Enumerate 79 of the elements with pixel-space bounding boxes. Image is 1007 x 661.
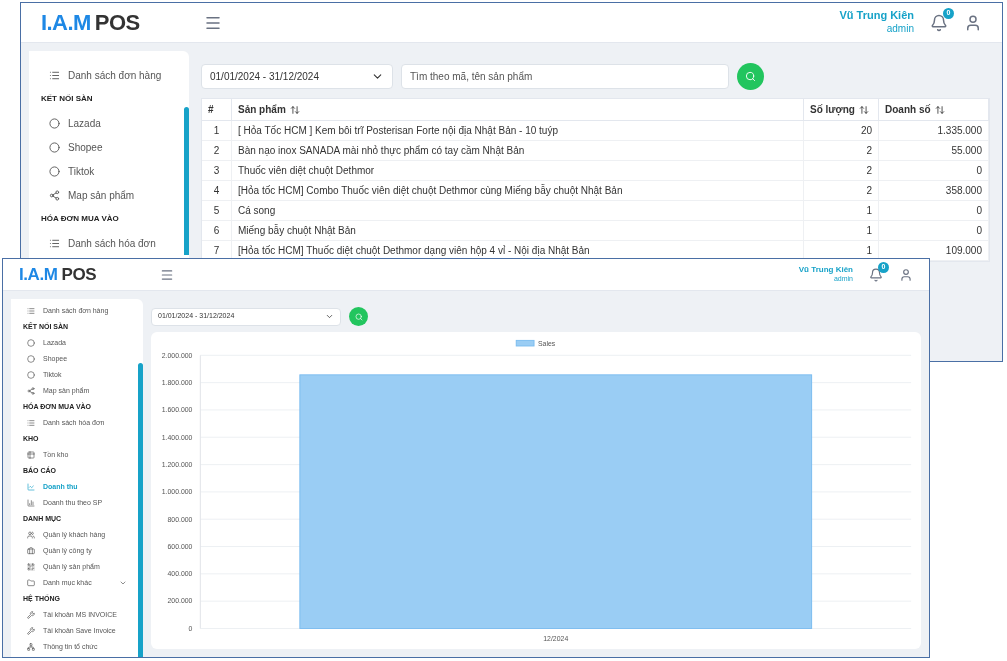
table-cell: 358.000 [879, 181, 989, 200]
column-header[interactable]: # [202, 99, 232, 120]
column-header[interactable]: Sản phẩm [232, 99, 804, 120]
chevron-down-icon [325, 312, 334, 321]
table-cell: 6 [202, 221, 232, 240]
table-cell: 2 [804, 181, 879, 200]
table-cell: 0 [879, 221, 989, 240]
logo-brand: I.A.M [19, 266, 58, 283]
sort-icon [934, 104, 945, 115]
table-cell: 1 [202, 121, 232, 140]
sidebar-heading: KẾT NỐI SÀN [40, 93, 94, 105]
table-cell: 55.000 [879, 141, 989, 160]
grid-icon [27, 451, 35, 459]
qr-code-icon [27, 563, 35, 571]
wrench-icon [27, 627, 35, 635]
table-cell: 0 [879, 161, 989, 180]
sidebar-item[interactable]: Shopee [29, 135, 181, 159]
table-cell: 2 [202, 141, 232, 160]
circle-icon [27, 339, 35, 347]
column-header[interactable]: Doanh số [879, 99, 989, 120]
table-cell: Miếng bẫy chuột Nhật Bản [232, 221, 804, 240]
list-icon [27, 307, 35, 315]
menu-button[interactable] [160, 267, 175, 282]
table-cell: Cá song [232, 201, 804, 220]
table-cell: 2 [804, 141, 879, 160]
user-role: admin [886, 23, 914, 36]
table-cell: 1.335.000 [879, 121, 989, 140]
logo-product: POS [61, 266, 97, 283]
line-chart-icon [27, 483, 35, 491]
legend-swatch [515, 339, 535, 347]
table-cell: 4 [202, 181, 232, 200]
user-name: Vũ Trung Kiên [798, 265, 853, 276]
notification-button[interactable] [930, 13, 948, 32]
table-cell: 0 [879, 201, 989, 220]
share-icon [49, 189, 60, 201]
circle-icon [49, 165, 60, 177]
table-cell: [ Hỏa Tốc HCM ] Kem bôi trĩ Posterisan Forte nội địa Nhật Bản - 10 tuýp [232, 121, 804, 140]
sort-icon [858, 104, 869, 115]
circle-icon [27, 371, 35, 379]
table-cell: 20 [804, 121, 879, 140]
user-icon[interactable] [899, 267, 913, 282]
column-header[interactable]: Số lượng [804, 99, 879, 120]
table-cell: 1 [804, 221, 879, 240]
wrench-icon [27, 611, 35, 619]
sidebar-heading: HÓA ĐƠN MUA VÀO [40, 213, 120, 225]
bar-chart-icon [27, 499, 35, 507]
table-cell: Bàn nạo inox SANADA mài nhỏ thực phẩm có tay cầm Nhật Bản [232, 141, 804, 160]
list-icon [49, 237, 60, 249]
sidebar-item[interactable]: Lazada [29, 111, 181, 135]
list-icon [49, 69, 60, 81]
table-cell: 5 [202, 201, 232, 220]
date-range-select[interactable]: 01/01/2024 - 31/12/2024 [201, 64, 393, 89]
search-icon [354, 312, 363, 321]
table-cell: 3 [202, 161, 232, 180]
logo-brand: I.A.M [41, 11, 91, 34]
list-icon [27, 419, 35, 427]
sidebar-item[interactable]: Danh sách hóa đơn [29, 231, 181, 255]
briefcase-icon [27, 547, 35, 555]
users-icon [27, 531, 35, 539]
hierarchy-icon [27, 643, 35, 651]
table-cell: [Hỏa tốc HCM] Combo Thuốc viên diệt chuột Dethmor cùng Miếng bẫy chuột Nhật Bản [232, 181, 804, 200]
user-icon[interactable] [964, 13, 982, 32]
sidebar-item[interactable]: Map sản phẩm [29, 183, 181, 207]
table-cell: Thuốc viên diệt chuột Dethmor [232, 161, 804, 180]
folder-icon [27, 579, 35, 587]
user-name: Vũ Trung Kiên [839, 9, 914, 24]
logo-product: POS [94, 11, 140, 34]
circle-icon [27, 355, 35, 363]
sort-icon [289, 104, 300, 115]
table-cell: 1 [804, 201, 879, 220]
circle-icon [49, 117, 60, 129]
notification-button[interactable] [869, 267, 883, 282]
share-icon [27, 387, 35, 395]
sidebar-item[interactable]: Tiktok [29, 159, 181, 183]
search-icon [745, 71, 756, 82]
circle-icon [49, 141, 60, 153]
sidebar-item[interactable]: Danh sách đơn hàng [29, 63, 181, 87]
search-field[interactable]: Tìm theo mã, tên sản phẩm [401, 64, 729, 89]
table-cell: 2 [804, 161, 879, 180]
